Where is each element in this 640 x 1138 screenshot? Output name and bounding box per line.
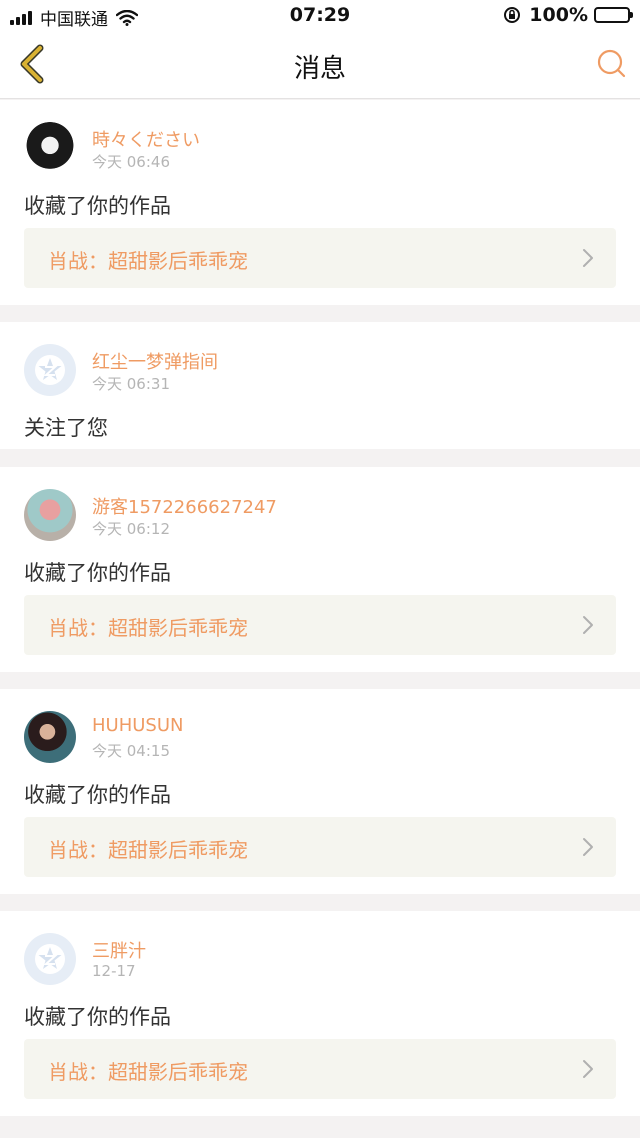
default-avatar-icon[interactable] (24, 933, 76, 985)
search-button[interactable] (594, 46, 628, 80)
status-bar: 中国联通 07:29 100% (0, 0, 640, 32)
avatar[interactable] (24, 489, 76, 541)
chevron-right-icon (583, 838, 593, 856)
work-title: 肖战：超甜影后乖乖宠 (48, 1060, 248, 1084)
star-icon (35, 355, 65, 385)
action-text: 关注了您 (24, 416, 108, 440)
chevron-left-icon (20, 44, 44, 84)
username[interactable]: 红尘一梦弹指间 (92, 348, 218, 374)
username[interactable]: 時々ください (92, 126, 200, 152)
chevron-right-icon (583, 616, 593, 634)
work-title: 肖战：超甜影后乖乖宠 (48, 838, 248, 862)
work-link[interactable]: 肖战：超甜影后乖乖宠 (24, 817, 616, 877)
work-title: 肖战：超甜影后乖乖宠 (48, 249, 248, 273)
message-card: 三胖汁 12-17 收藏了你的作品 肖战：超甜影后乖乖宠 (0, 911, 640, 1116)
carrier-name: 中国联通 (40, 10, 108, 30)
work-link[interactable]: 肖战：超甜影后乖乖宠 (24, 228, 616, 288)
action-text: 收藏了你的作品 (24, 194, 171, 218)
default-avatar-icon[interactable] (24, 344, 76, 396)
message-card: HUHUSUN 今天 04:15 收藏了你的作品 肖战：超甜影后乖乖宠 (0, 689, 640, 894)
back-button[interactable] (12, 44, 52, 84)
message-card: 游客1572266627247 今天 06:12 收藏了你的作品 肖战：超甜影后… (0, 467, 640, 672)
carrier-group: 中国联通 (10, 5, 138, 30)
battery-percent: 100% (529, 4, 588, 26)
action-text: 收藏了你的作品 (24, 1005, 171, 1029)
work-link[interactable]: 肖战：超甜影后乖乖宠 (24, 595, 616, 655)
work-link[interactable]: 肖战：超甜影后乖乖宠 (24, 1039, 616, 1099)
signal-icon (10, 10, 34, 25)
username[interactable]: HUHUSUN (92, 715, 184, 736)
chevron-right-icon (583, 1060, 593, 1078)
chevron-right-icon (583, 249, 593, 267)
avatar[interactable] (24, 711, 76, 763)
battery-icon (594, 7, 633, 23)
timestamp: 今天 06:46 (92, 153, 170, 171)
username[interactable]: 三胖汁 (92, 937, 146, 963)
nav-bar: 消息 (0, 32, 640, 99)
work-title: 肖战：超甜影后乖乖宠 (48, 616, 248, 640)
action-text: 收藏了你的作品 (24, 561, 171, 585)
rotation-lock-icon (504, 7, 521, 23)
action-text: 收藏了你的作品 (24, 783, 171, 807)
status-right-group: 100% (503, 4, 633, 26)
wifi-icon (116, 9, 138, 26)
message-card: 红尘一梦弹指间 今天 06:31 关注了您 (0, 322, 640, 449)
avatar[interactable] (24, 122, 76, 174)
username[interactable]: 游客1572266627247 (92, 493, 277, 519)
timestamp: 今天 06:12 (92, 520, 170, 538)
message-card: 時々ください 今天 06:46 收藏了你的作品 肖战：超甜影后乖乖宠 (0, 100, 640, 305)
page-title: 消息 (293, 54, 346, 84)
search-icon (597, 49, 626, 78)
timestamp: 今天 04:15 (92, 742, 170, 760)
timestamp: 今天 06:31 (92, 375, 170, 393)
star-icon (35, 944, 65, 974)
timestamp: 12-17 (92, 962, 136, 980)
